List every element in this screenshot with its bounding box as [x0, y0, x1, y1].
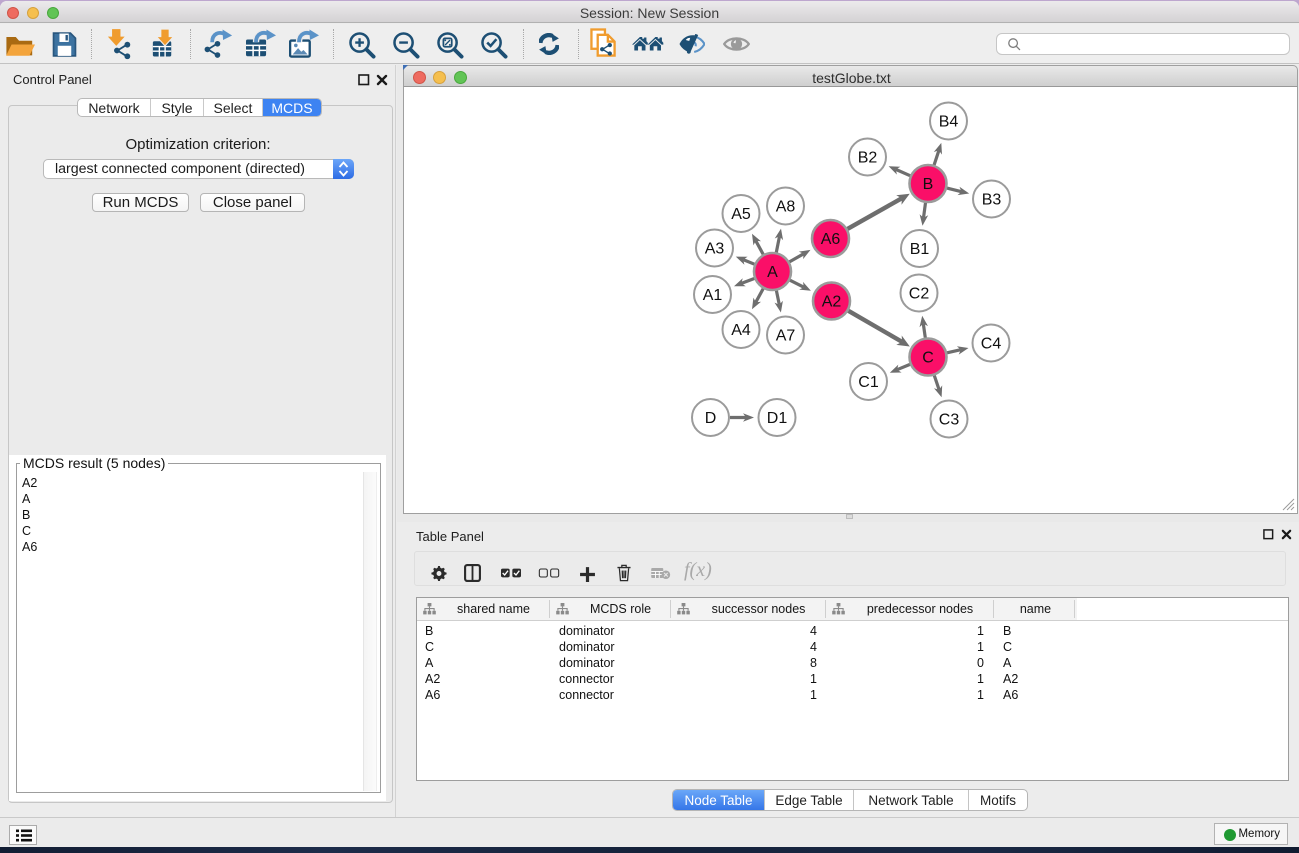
svg-text:C3: C3	[939, 412, 960, 429]
svg-text:A4: A4	[731, 322, 751, 339]
svg-text:C: C	[922, 350, 934, 367]
svg-text:B3: B3	[982, 192, 1002, 209]
svg-text:A5: A5	[731, 206, 751, 223]
svg-text:A8: A8	[776, 199, 796, 216]
svg-text:C2: C2	[909, 286, 930, 303]
svg-text:A: A	[767, 264, 778, 281]
svg-text:A6: A6	[821, 231, 841, 248]
svg-text:A2: A2	[822, 294, 842, 311]
svg-text:C1: C1	[858, 374, 879, 391]
svg-text:A1: A1	[703, 287, 723, 304]
svg-text:D: D	[705, 410, 717, 427]
svg-text:B2: B2	[858, 150, 878, 167]
svg-text:A7: A7	[776, 328, 796, 345]
svg-text:A3: A3	[705, 241, 725, 258]
svg-text:D1: D1	[767, 410, 788, 427]
svg-text:B: B	[923, 176, 934, 193]
svg-text:B4: B4	[939, 114, 959, 131]
svg-text:B1: B1	[910, 241, 930, 258]
svg-text:C4: C4	[981, 336, 1002, 353]
